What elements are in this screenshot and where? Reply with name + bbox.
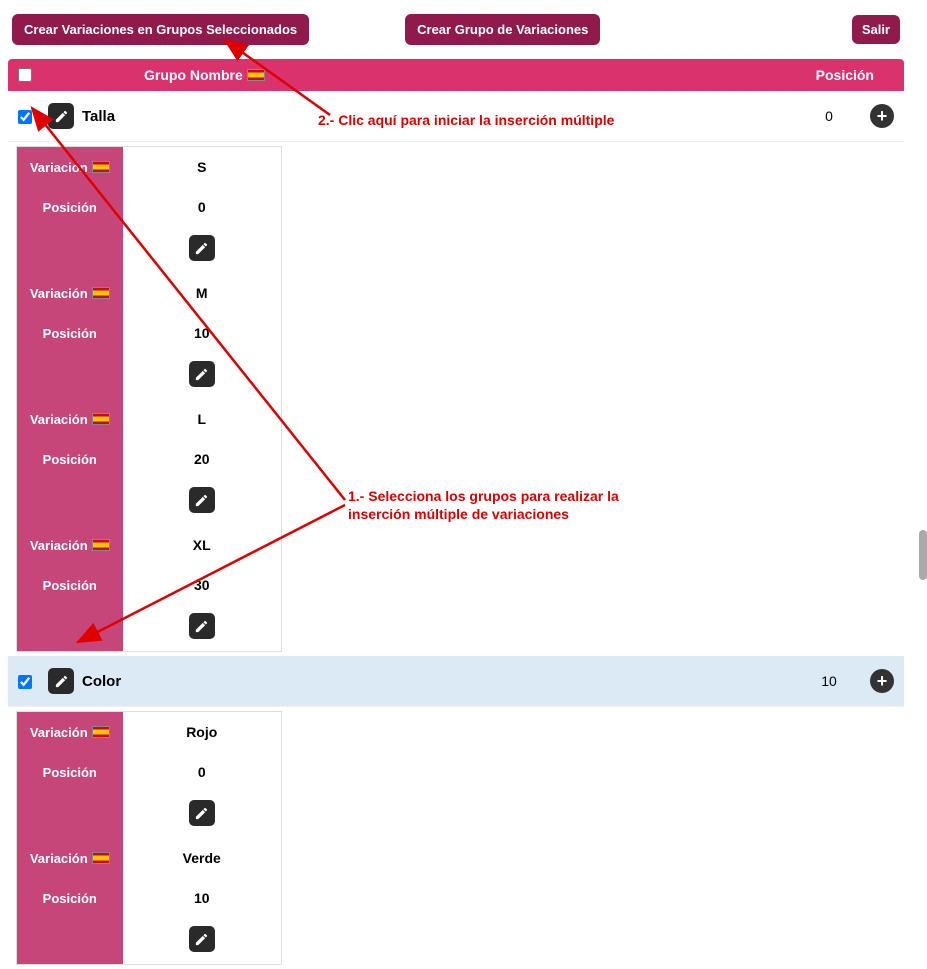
- variation-label: Variación: [30, 286, 88, 301]
- spain-flag-icon: [92, 726, 110, 738]
- add-variation-button[interactable]: +: [870, 104, 894, 128]
- spain-flag-icon: [92, 413, 110, 425]
- toolbar: Crear Variaciones en Grupos Seleccionado…: [8, 0, 904, 59]
- edit-variation-button[interactable]: [189, 800, 215, 826]
- group-checkbox[interactable]: [18, 110, 32, 124]
- variations-table: Variación SPosición0Variación MPosición1…: [16, 146, 282, 652]
- select-all-checkbox[interactable]: [18, 68, 32, 82]
- group-checkbox[interactable]: [18, 675, 32, 689]
- add-variation-button[interactable]: +: [870, 669, 894, 693]
- edit-variation-button[interactable]: [189, 487, 215, 513]
- group-name-label: Talla: [82, 108, 115, 125]
- group-row: Talla 0 +: [8, 91, 904, 142]
- variation-name: L: [123, 399, 282, 439]
- group-name-label: Color: [82, 673, 121, 690]
- variation-name: XL: [123, 525, 282, 565]
- variation-position: 20: [123, 439, 282, 479]
- edit-variation-button[interactable]: [189, 361, 215, 387]
- position-label: Posición: [17, 439, 123, 479]
- variation-position: 0: [123, 752, 282, 792]
- variation-label: Variación: [30, 160, 88, 175]
- spain-flag-icon: [92, 287, 110, 299]
- spain-flag-icon: [92, 539, 110, 551]
- edit-group-button[interactable]: [48, 668, 74, 694]
- variation-position: 0: [123, 187, 282, 227]
- edit-group-button[interactable]: [48, 103, 74, 129]
- header-position: Posición: [794, 67, 894, 83]
- header-group-name: Grupo Nombre: [144, 67, 243, 83]
- group-row: Color 10 +: [8, 656, 904, 707]
- spain-flag-icon: [92, 161, 110, 173]
- position-label: Posición: [17, 752, 123, 792]
- edit-variation-button[interactable]: [189, 235, 215, 261]
- group-position: 0: [804, 108, 854, 124]
- variation-position: 10: [123, 878, 282, 918]
- variation-name: Verde: [123, 838, 282, 878]
- exit-button[interactable]: Salir: [852, 15, 900, 44]
- scrollbar[interactable]: [919, 530, 927, 580]
- variation-position: 30: [123, 565, 282, 605]
- position-label: Posición: [17, 565, 123, 605]
- variation-name: S: [123, 147, 282, 188]
- spain-flag-icon: [247, 69, 265, 81]
- variation-label: Variación: [30, 725, 88, 740]
- variations-table: Variación RojoPosición0Variación VerdePo…: [16, 711, 282, 965]
- spain-flag-icon: [92, 852, 110, 864]
- position-label: Posición: [17, 878, 123, 918]
- edit-variation-button[interactable]: [189, 613, 215, 639]
- variation-name: Rojo: [123, 712, 282, 753]
- variation-name: M: [123, 273, 282, 313]
- variation-position: 10: [123, 313, 282, 353]
- group-position: 10: [804, 673, 854, 689]
- table-header: Grupo Nombre Posición: [8, 59, 904, 91]
- variation-label: Variación: [30, 412, 88, 427]
- position-label: Posición: [17, 313, 123, 353]
- variation-label: Variación: [30, 538, 88, 553]
- edit-variation-button[interactable]: [189, 926, 215, 952]
- variation-label: Variación: [30, 851, 88, 866]
- create-group-button[interactable]: Crear Grupo de Variaciones: [405, 14, 600, 45]
- position-label: Posición: [17, 187, 123, 227]
- create-variations-button[interactable]: Crear Variaciones en Grupos Seleccionado…: [12, 14, 309, 45]
